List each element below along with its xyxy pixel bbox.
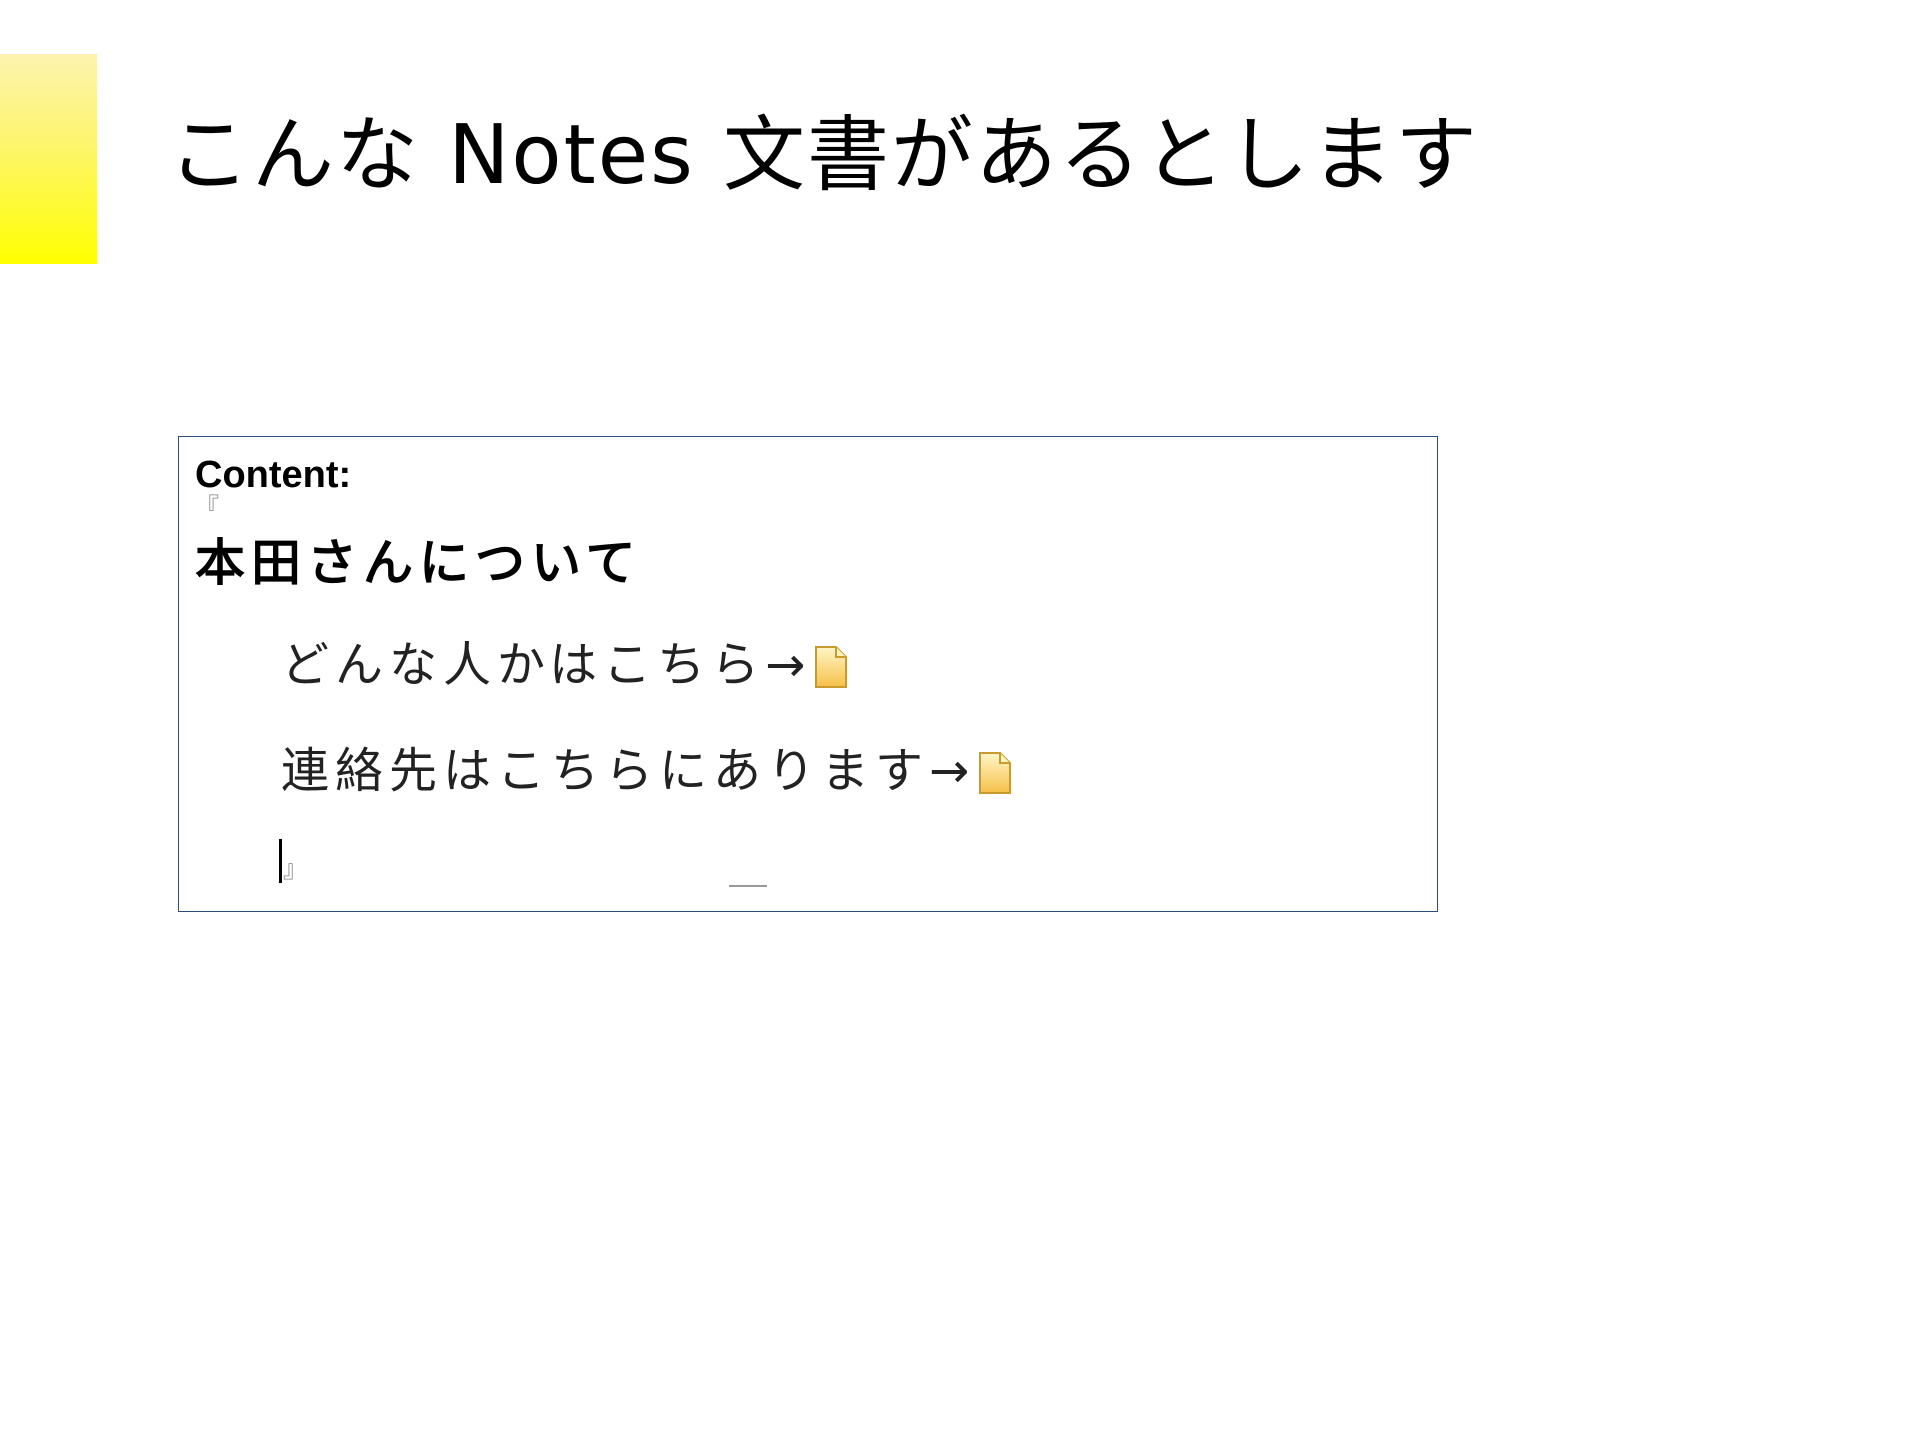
doclink-icon[interactable]: [813, 642, 849, 688]
text-cursor: [279, 839, 282, 883]
rich-text-field-close-bracket: 』: [283, 855, 307, 883]
body-line-contact: 連絡先はこちらにあります→: [281, 739, 1013, 803]
underline-mark: [729, 885, 767, 887]
title-accent-bar: [0, 54, 97, 264]
notes-document-screenshot: Content: 『 本田さんについて どんな人かはこちら→ 連絡先はこちらにあ…: [178, 436, 1438, 912]
body-line-profile: どんな人かはこちら→: [281, 633, 849, 697]
rich-text-field-open-bracket: 『: [195, 493, 219, 521]
slide-title: こんな Notes 文書があるとします: [168, 108, 1479, 203]
content-field-label: Content:: [195, 454, 352, 496]
body-line-text: 連絡先はこちらにあります→: [281, 743, 976, 799]
doclink-icon[interactable]: [977, 748, 1013, 794]
document-heading: 本田さんについて: [195, 534, 642, 592]
body-line-text: どんな人かはこちら→: [281, 637, 812, 693]
